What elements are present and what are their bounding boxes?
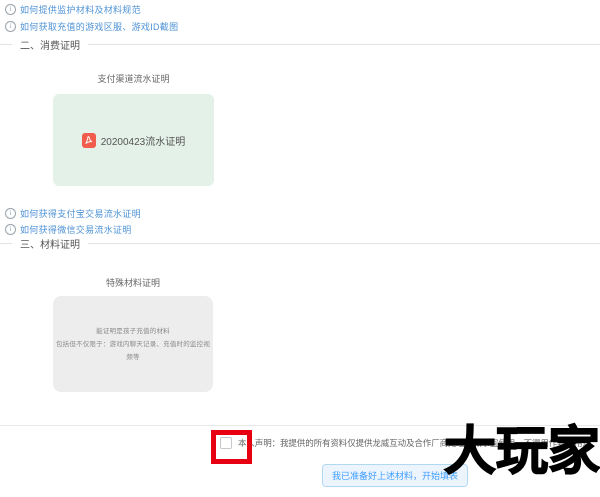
declaration-text: 本人声明：我提供的所有资料仅提供龙威互动及合作厂商处理退款事宜使用，不得用作其他… <box>238 437 591 449</box>
info-icon <box>5 208 16 219</box>
link-label: 如何提供监护材料及材料规范 <box>20 3 141 16</box>
section-consumption-title: 二、消费证明 <box>20 37 80 52</box>
link-wechat-flow-proof[interactable]: 如何获得微信交易流水证明 <box>5 223 132 236</box>
link-alipay-flow-proof[interactable]: 如何获得支付宝交易流水证明 <box>5 207 141 220</box>
link-label: 如何获得微信交易流水证明 <box>20 223 132 236</box>
payment-flow-proof-label: 支付渠道流水证明 <box>53 72 214 85</box>
uploaded-file[interactable]: 20200423流水证明 <box>82 133 186 148</box>
section-material-title: 三、材料证明 <box>20 236 80 251</box>
link-guardian-materials[interactable]: 如何提供监护材料及材料规范 <box>5 3 141 16</box>
special-material-upload-box[interactable]: 能证明是孩子充值的材料 包括但不仅限于：游戏内聊天记录、充值时的监控视频等 <box>53 296 213 392</box>
pdf-icon <box>82 133 96 148</box>
info-icon <box>5 21 16 32</box>
bottom-divider <box>0 425 600 426</box>
start-filling-form-button[interactable]: 我已准备好上述材料，开始填表 <box>322 464 468 487</box>
declaration-checkbox[interactable] <box>220 437 232 449</box>
upload-hint-line1: 能证明是孩子充值的材料 <box>96 325 170 338</box>
link-label: 如何获取充值的游戏区服、游戏ID截图 <box>20 20 178 33</box>
link-game-server-screenshot[interactable]: 如何获取充值的游戏区服、游戏ID截图 <box>5 20 178 33</box>
declaration-row: 本人声明：我提供的所有资料仅提供龙威互动及合作厂商处理退款事宜使用，不得用作其他… <box>220 437 591 449</box>
link-label: 如何获得支付宝交易流水证明 <box>20 207 141 220</box>
uploaded-file-name: 20200423流水证明 <box>101 133 186 148</box>
special-material-proof-label: 特殊材料证明 <box>53 276 213 289</box>
payment-flow-upload-box[interactable]: 20200423流水证明 <box>53 94 214 186</box>
section-consumption-divider: 二、消费证明 <box>0 37 600 52</box>
info-icon <box>5 4 16 15</box>
section-material-divider: 三、材料证明 <box>0 236 600 251</box>
refund-materials-page: 如何提供监护材料及材料规范 如何获取充值的游戏区服、游戏ID截图 二、消费证明 … <box>0 0 600 497</box>
info-icon <box>5 224 16 235</box>
upload-hint-line2: 包括但不仅限于：游戏内聊天记录、充值时的监控视频等 <box>53 338 213 364</box>
